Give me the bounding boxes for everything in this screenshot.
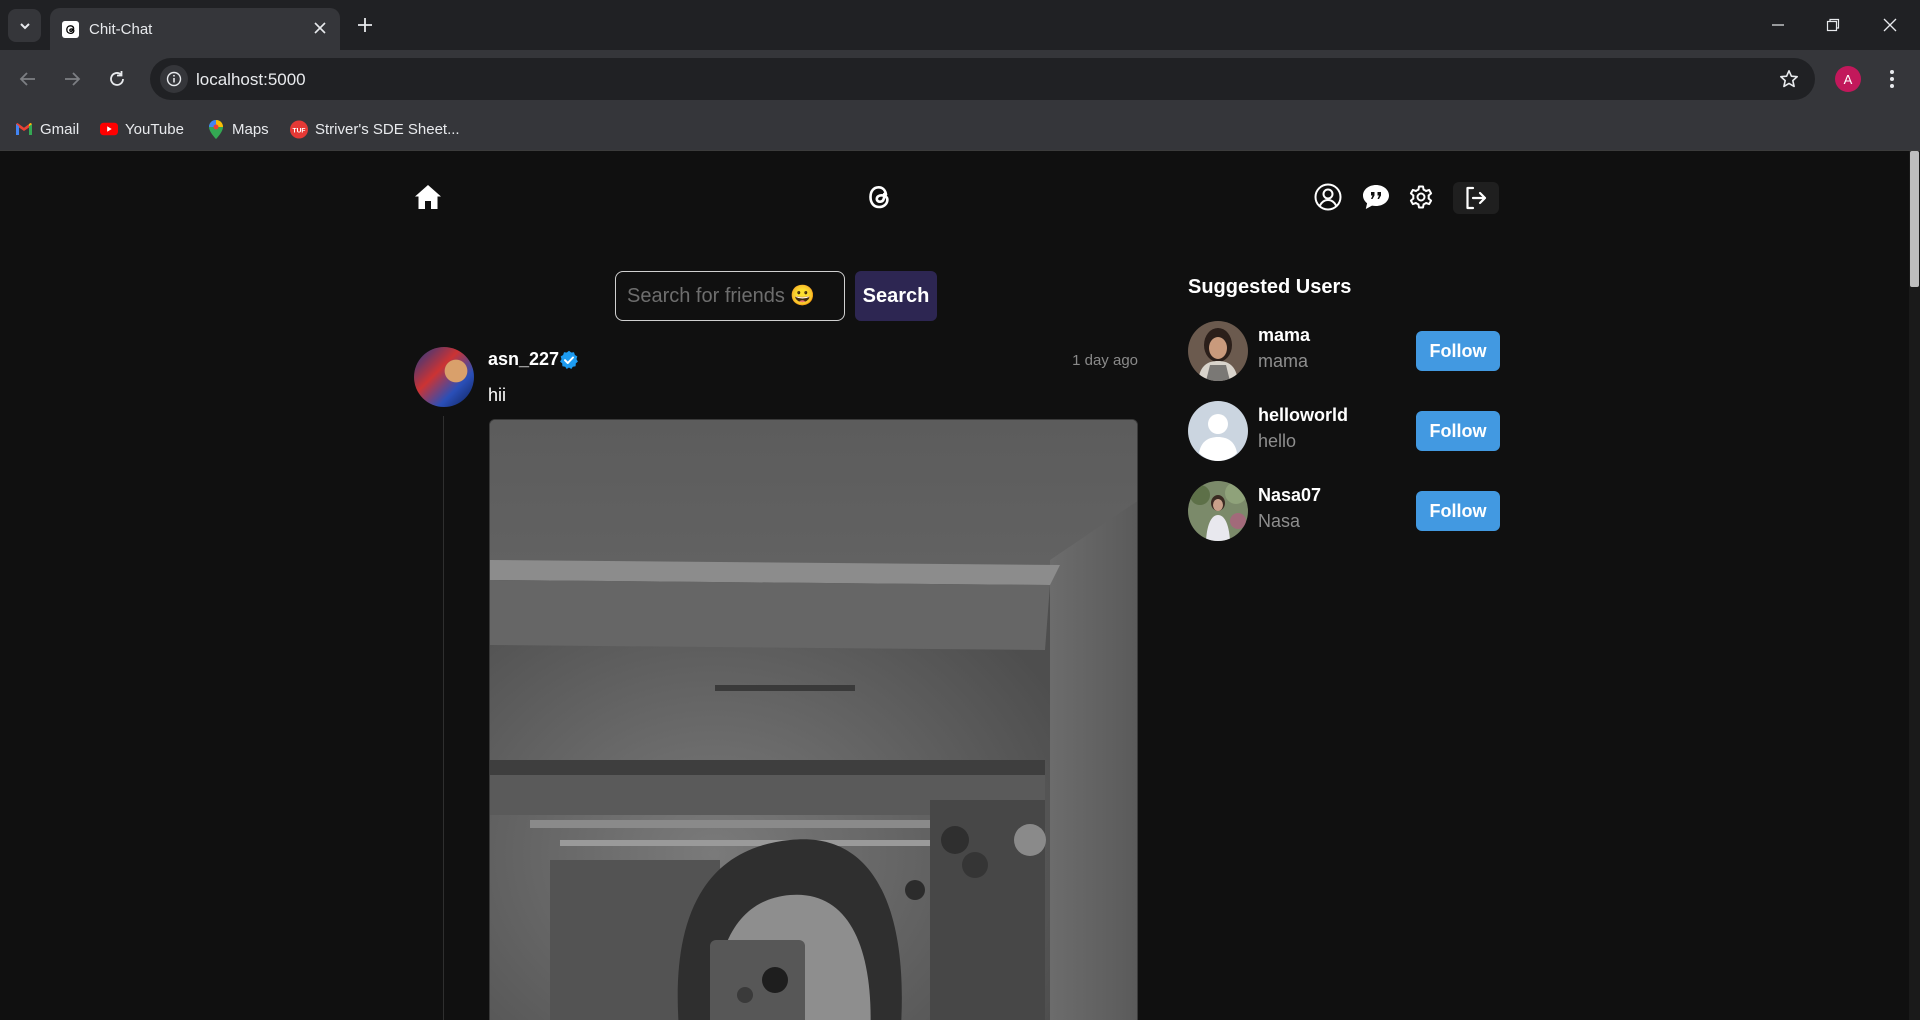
star-icon — [1780, 70, 1798, 88]
threads-favicon-icon — [62, 21, 79, 38]
minimize-button[interactable] — [1763, 10, 1793, 40]
back-button[interactable] — [12, 63, 44, 95]
search-button[interactable]: Search — [855, 271, 937, 321]
bookmark-youtube[interactable]: YouTube — [100, 118, 184, 140]
close-icon — [314, 22, 326, 34]
logout-icon — [1466, 186, 1487, 210]
maps-icon — [207, 119, 225, 139]
suggested-user-row: helloworld hello Follow — [1188, 401, 1500, 461]
restore-icon — [1826, 18, 1840, 32]
bookmarks-bar: Gmail YouTube Maps TUF Striver's SDE She… — [0, 108, 1920, 151]
suggested-username[interactable]: Nasa07 — [1258, 485, 1321, 506]
url-text: localhost:5000 — [196, 70, 306, 89]
close-window-button[interactable] — [1875, 10, 1905, 40]
bookmark-label: YouTube — [125, 120, 184, 138]
bookmark-maps[interactable]: Maps — [207, 118, 269, 140]
suggested-user-row: mama mama Follow — [1188, 321, 1500, 381]
scrollbar-thumb[interactable] — [1910, 151, 1919, 287]
back-arrow-icon — [19, 72, 35, 86]
browser-menu-button[interactable] — [1880, 66, 1904, 92]
post-image[interactable] — [489, 419, 1138, 1020]
logout-button[interactable] — [1453, 182, 1499, 214]
post-timestamp: 1 day ago — [1072, 352, 1138, 369]
app-content: Search asn_227 1 day ago hii — [0, 151, 1920, 1020]
reload-icon — [110, 71, 124, 86]
tab-close-button[interactable] — [310, 18, 330, 38]
suggested-name: mama — [1258, 351, 1309, 371]
post-photo-graphic — [490, 420, 1137, 1020]
suggested-user-row: Nasa07 Nasa Follow — [1188, 481, 1500, 541]
follow-button[interactable]: Follow — [1416, 411, 1500, 451]
plus-icon — [358, 18, 372, 32]
user-avatar[interactable] — [1188, 481, 1248, 541]
tab-search-button[interactable] — [8, 9, 41, 42]
bookmark-gmail[interactable]: Gmail — [15, 118, 79, 140]
suggested-username[interactable]: helloworld — [1258, 405, 1348, 426]
threads-logo-icon[interactable] — [864, 181, 894, 213]
browser-toolbar: localhost:5000 A — [0, 50, 1920, 108]
restore-button[interactable] — [1818, 10, 1848, 40]
search-input[interactable] — [615, 271, 845, 321]
suggested-name: Nasa — [1258, 511, 1301, 531]
post-author-avatar[interactable] — [414, 347, 474, 407]
suggested-username[interactable]: mama — [1258, 325, 1310, 346]
more-vert-icon — [1890, 70, 1894, 88]
bookmark-tuf[interactable]: TUF Striver's SDE Sheet... — [290, 118, 460, 140]
tab-title: Chit-Chat — [89, 21, 153, 38]
chat-icon[interactable] — [1362, 184, 1390, 210]
default-avatar-icon[interactable] — [1188, 401, 1248, 461]
user-avatar[interactable] — [1188, 321, 1248, 381]
settings-icon[interactable] — [1407, 183, 1435, 211]
forward-button[interactable] — [56, 63, 88, 95]
thread-line — [443, 416, 444, 1020]
svg-text:TUF: TUF — [293, 127, 306, 134]
gmail-icon — [15, 120, 33, 138]
site-info-button[interactable] — [160, 65, 188, 93]
youtube-icon — [100, 120, 118, 138]
info-icon — [166, 71, 182, 87]
close-window-icon — [1883, 18, 1897, 32]
profile-avatar[interactable]: A — [1835, 66, 1861, 92]
profile-icon[interactable] — [1314, 183, 1342, 211]
home-icon[interactable] — [414, 183, 442, 211]
bookmark-star-button[interactable] — [1777, 67, 1801, 91]
suggested-name: hello — [1258, 431, 1297, 451]
browser-titlebar: Chit-Chat — [0, 0, 1920, 50]
page-scrollbar[interactable] — [1909, 151, 1920, 1020]
post-text: hii — [488, 385, 507, 405]
bookmark-label: Striver's SDE Sheet... — [315, 120, 460, 138]
follow-button[interactable]: Follow — [1416, 491, 1500, 531]
minimize-icon — [1772, 24, 1784, 26]
follow-button[interactable]: Follow — [1416, 331, 1500, 371]
verified-badge-icon — [560, 350, 578, 369]
tuf-icon: TUF — [290, 120, 308, 138]
reload-button[interactable] — [101, 63, 133, 95]
chevron-down-icon — [19, 22, 30, 29]
post-username[interactable]: asn_227 — [488, 349, 559, 370]
suggested-users-title: Suggested Users — [1188, 276, 1352, 298]
browser-tab[interactable]: Chit-Chat — [50, 8, 340, 50]
forward-arrow-icon — [65, 72, 81, 86]
address-bar[interactable]: localhost:5000 — [150, 58, 1815, 100]
bookmark-label: Maps — [232, 120, 269, 138]
bookmark-label: Gmail — [40, 120, 80, 138]
new-tab-button[interactable] — [353, 13, 377, 37]
